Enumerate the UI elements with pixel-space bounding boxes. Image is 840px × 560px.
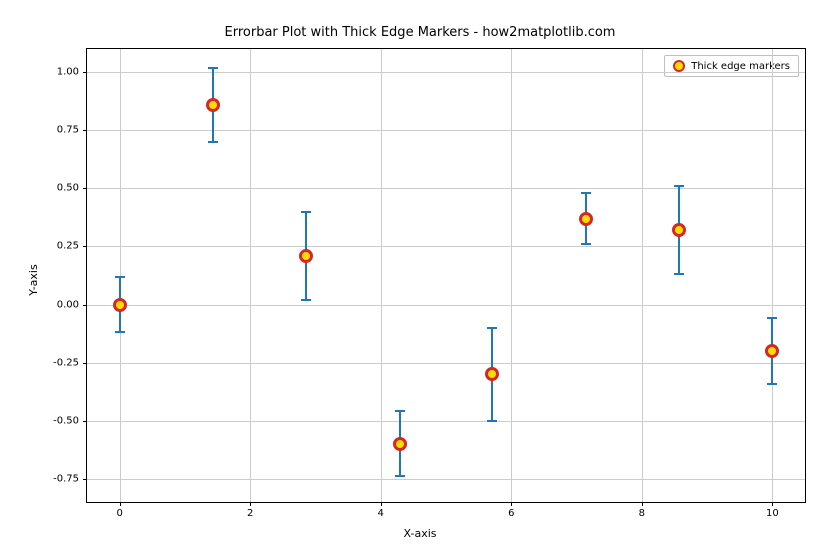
data-marker [393,437,407,451]
x-tick-label: 0 [116,502,122,519]
grid-line-horizontal [87,421,805,422]
x-tick-label: 4 [378,502,384,519]
data-marker [206,98,220,112]
y-tick-label: -0.25 [53,357,87,368]
error-cap-bottom [115,331,125,333]
x-tick-label: 10 [766,502,779,519]
x-axis-label: X-axis [0,527,840,540]
y-tick-label: 0.75 [57,125,87,136]
error-cap-bottom [581,243,591,245]
error-cap-top [767,317,777,319]
grid-line-horizontal [87,246,805,247]
figure: Errorbar Plot with Thick Edge Markers - … [0,0,840,560]
grid-line-vertical [511,49,512,502]
error-cap-top [395,410,405,412]
error-cap-bottom [208,141,218,143]
y-tick-label: -0.50 [53,415,87,426]
legend-label: Thick edge markers [691,61,790,72]
error-cap-top [208,67,218,69]
error-cap-top [301,211,311,213]
y-tick-label: 0.25 [57,241,87,252]
error-cap-bottom [301,299,311,301]
data-marker [485,367,499,381]
error-cap-bottom [395,475,405,477]
grid-line-horizontal [87,479,805,480]
plot-area: Thick edge markers 0246810-0.75-0.50-0.2… [86,48,806,503]
error-cap-bottom [674,273,684,275]
data-marker [579,212,593,226]
grid-line-horizontal [87,305,805,306]
chart-title: Errorbar Plot with Thick Edge Markers - … [0,25,840,40]
grid-line-horizontal [87,72,805,73]
error-cap-bottom [487,420,497,422]
error-cap-top [674,185,684,187]
data-marker [299,249,313,263]
data-marker [672,223,686,237]
legend-marker-icon [673,60,685,72]
grid-line-horizontal [87,188,805,189]
y-tick-label: -0.75 [53,473,87,484]
error-cap-top [487,327,497,329]
legend: Thick edge markers [664,55,799,77]
error-cap-top [115,276,125,278]
grid-line-vertical [250,49,251,502]
y-tick-label: 1.00 [57,67,87,78]
data-marker [113,298,127,312]
error-cap-bottom [767,383,777,385]
y-tick-label: 0.00 [57,299,87,310]
grid-line-vertical [642,49,643,502]
x-tick-label: 6 [508,502,514,519]
error-cap-top [581,192,591,194]
x-tick-label: 2 [247,502,253,519]
x-tick-label: 8 [639,502,645,519]
data-marker [765,344,779,358]
grid-line-vertical [381,49,382,502]
y-axis-label: Y-axis [27,264,40,295]
y-tick-label: 0.50 [57,183,87,194]
grid-line-horizontal [87,363,805,364]
grid-line-horizontal [87,130,805,131]
grid-line-vertical [772,49,773,502]
